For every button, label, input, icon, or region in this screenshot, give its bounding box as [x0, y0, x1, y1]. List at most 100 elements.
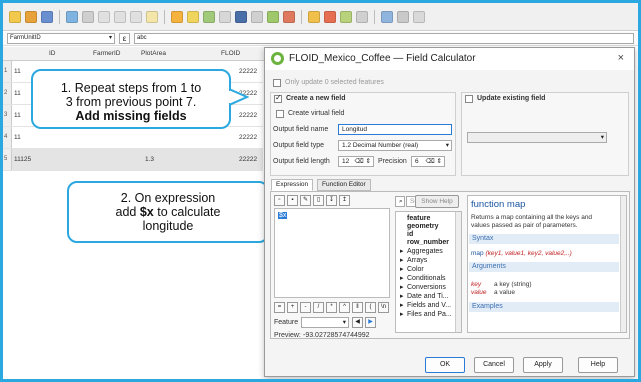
show-help-button[interactable]: Show Help: [415, 195, 459, 208]
function-list-item[interactable]: id: [407, 231, 413, 239]
function-group[interactable]: Aggregates: [407, 248, 443, 256]
actions-icon[interactable]: [397, 10, 409, 23]
reload-icon[interactable]: [66, 10, 78, 23]
conditional-formatting-icon[interactable]: [356, 10, 368, 23]
close-icon[interactable]: ×: [618, 52, 624, 64]
add-feature-icon[interactable]: [82, 10, 94, 23]
existing-field-select[interactable]: ▾: [467, 132, 607, 143]
tab-function-editor[interactable]: Function Editor: [317, 179, 371, 191]
expression-builder-icon[interactable]: ε: [119, 33, 130, 44]
field-calculator-icon[interactable]: [340, 10, 352, 23]
function-group[interactable]: Color: [407, 266, 424, 274]
function-group[interactable]: Fields and V...: [407, 302, 451, 310]
expression-editor[interactable]: $x: [274, 208, 390, 298]
toolbar-separator: [374, 9, 375, 24]
help-button[interactable]: Help: [578, 357, 618, 373]
import-icon[interactable]: ↧: [326, 195, 337, 206]
operator-divide-button[interactable]: /: [313, 302, 324, 313]
preview-value: -93.02728574744992: [303, 332, 370, 339]
select-all-icon[interactable]: [187, 10, 199, 23]
next-feature-icon[interactable]: ▶: [365, 317, 376, 328]
update-existing-field-checkbox[interactable]: [465, 95, 473, 103]
attribute-table-toolbar: [3, 3, 638, 31]
create-new-field-checkbox[interactable]: [274, 93, 282, 103]
output-field-length-value: 12: [342, 158, 350, 165]
move-selection-top-icon[interactable]: [219, 10, 231, 23]
only-update-selected-checkbox[interactable]: [273, 79, 281, 87]
dialog-title-bar: FLOID_Mexico_Coffee — Field Calculator ×: [265, 48, 634, 70]
pencil-icon[interactable]: [25, 10, 37, 23]
column-header[interactable]: ID: [49, 50, 56, 57]
function-group[interactable]: Arrays: [407, 257, 427, 265]
operator-power-button[interactable]: ^: [339, 302, 350, 313]
previous-feature-icon[interactable]: ◀: [352, 317, 363, 328]
operator-plus-button[interactable]: +: [287, 302, 298, 313]
output-field-type-select[interactable]: 1.2 Decimal Number (real) ▾: [338, 140, 452, 151]
toolbar-separator: [59, 9, 60, 24]
filter-icon[interactable]: [235, 10, 247, 23]
feature-select[interactable]: ▾: [301, 317, 349, 328]
invert-selection-icon[interactable]: [203, 10, 215, 23]
only-update-selected-label: Only update 0 selected features: [285, 79, 384, 86]
field-selector[interactable]: FarmUnitID ▾: [7, 33, 115, 44]
preview-label: Preview:: [274, 332, 301, 339]
operator-multiply-button[interactable]: *: [326, 302, 337, 313]
callout-text: 3 from previous point 7.: [65, 95, 197, 109]
delete-icon[interactable]: ▯: [313, 195, 324, 206]
save-edits-icon[interactable]: [41, 10, 53, 23]
function-list-item[interactable]: row_number: [407, 239, 449, 247]
function-group[interactable]: Conditionals: [407, 275, 446, 283]
expression-input[interactable]: abc: [134, 33, 634, 44]
delete-field-icon[interactable]: [324, 10, 336, 23]
feature-label: Feature: [274, 319, 299, 326]
table-cell: 22222: [239, 112, 258, 119]
row-number: 5: [3, 149, 12, 170]
function-list[interactable]: feature geometry id row_number Aggregate…: [395, 211, 462, 333]
delete-feature-icon[interactable]: [98, 10, 110, 23]
operator-paren-button[interactable]: (: [365, 302, 376, 313]
pan-icon[interactable]: [283, 10, 295, 23]
file-icon[interactable]: ▫: [274, 195, 285, 206]
pan-to-selection-icon[interactable]: [251, 10, 263, 23]
help-panel-scrollbar[interactable]: [620, 196, 626, 332]
operator-equals-button[interactable]: =: [274, 302, 285, 313]
dock-icon[interactable]: [381, 10, 393, 23]
cancel-button[interactable]: Cancel: [474, 357, 514, 373]
copy-icon[interactable]: [130, 10, 142, 23]
output-field-name-input[interactable]: Longitud: [338, 124, 452, 135]
table-view-icon[interactable]: [413, 10, 425, 23]
function-list-item[interactable]: geometry: [407, 223, 439, 231]
zoom-to-selection-icon[interactable]: [267, 10, 279, 23]
precision-spinbox[interactable]: 6 ⌫ ⇕: [411, 156, 445, 167]
table-row[interactable]: 4 11 22222: [3, 127, 263, 149]
ok-button[interactable]: OK: [425, 357, 465, 373]
column-header[interactable]: PlotArea: [141, 50, 166, 57]
column-header[interactable]: FarmerID: [93, 50, 120, 57]
apply-button[interactable]: Apply: [523, 357, 563, 373]
tab-expression[interactable]: Expression: [271, 179, 314, 191]
function-group[interactable]: Conversions: [407, 284, 446, 292]
row-number: 2: [3, 83, 12, 104]
select-by-expression-icon[interactable]: [171, 10, 183, 23]
save-icon[interactable]: ▪: [287, 195, 298, 206]
function-group[interactable]: Date and Ti...: [407, 293, 449, 301]
function-list-item[interactable]: feature: [407, 215, 430, 223]
chevron-right-icon: ▸: [400, 302, 404, 309]
toggle-editing-icon[interactable]: [9, 10, 21, 23]
operator-minus-button[interactable]: -: [300, 302, 311, 313]
function-list-scrollbar[interactable]: [455, 212, 461, 332]
cut-icon[interactable]: [114, 10, 126, 23]
output-field-length-spinbox[interactable]: 12 ⌫ ⇕: [338, 156, 374, 167]
export-icon[interactable]: ↥: [339, 195, 350, 206]
paste-icon[interactable]: [146, 10, 158, 23]
function-group[interactable]: Files and Pa...: [407, 311, 452, 319]
pencil-icon[interactable]: ✎: [300, 195, 311, 206]
new-field-icon[interactable]: [308, 10, 320, 23]
column-header[interactable]: FLOID: [221, 50, 240, 57]
chevron-right-icon: ▸: [400, 311, 404, 318]
operator-concat-button[interactable]: ‖: [352, 302, 363, 313]
operator-newline-button[interactable]: \n: [378, 302, 389, 313]
table-row[interactable]: 5 11125 1.3 22222: [3, 149, 263, 171]
expression-input-value: abc: [137, 35, 147, 41]
create-virtual-field-checkbox[interactable]: [276, 110, 284, 118]
